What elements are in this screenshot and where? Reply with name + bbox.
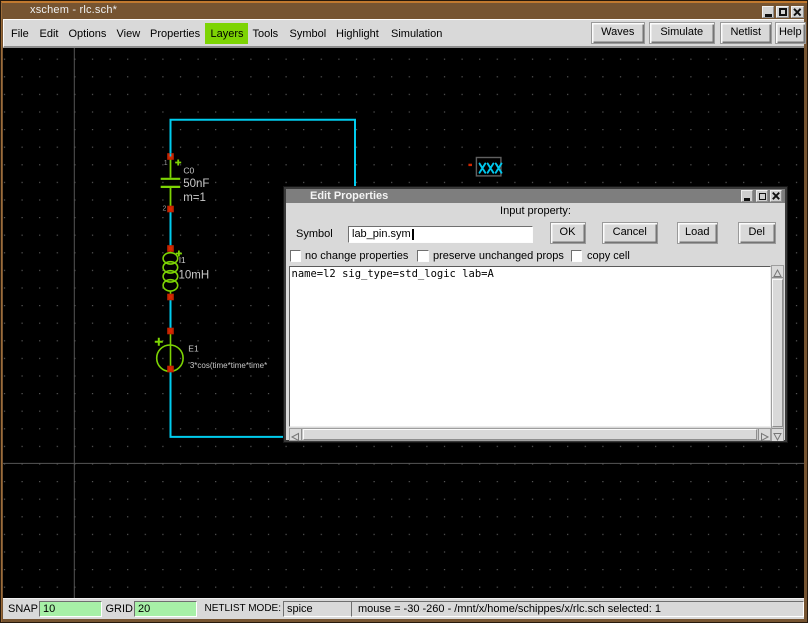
simulate-button[interactable]: Simulate [649,22,716,44]
horizontal-scrollbar[interactable] [289,428,771,441]
menu-options[interactable]: Options [69,28,107,40]
close-icon [771,191,781,201]
netlist-button[interactable]: Netlist [720,22,772,44]
cancel-button[interactable]: Cancel [602,222,658,244]
dialog-title: Edit Properties [310,190,388,202]
lab-pin-pin-dot [468,163,472,165]
copy-cell-checkbox[interactable] [571,250,583,262]
edit-properties-dialog: Edit Properties Input property: Symbol l… [283,186,788,443]
copy-cell-label: copy cell [587,250,630,262]
scroll-right-arrow-icon[interactable] [758,429,770,440]
dialog-maximize-button[interactable] [756,190,768,202]
horizontal-scrollbar-thumb[interactable] [303,429,757,440]
inductor-value: 10mH [179,269,210,281]
scroll-down-arrow-icon[interactable] [772,428,783,441]
statusbar: SNAP: 10 GRID: 20 NETLIST MODE: spice mo… [3,598,804,619]
snap-input[interactable]: 10 [39,601,102,617]
close-icon [792,7,803,18]
window-maximize-button[interactable] [776,6,789,19]
input-property-label: Input property: [286,205,785,217]
menu-file[interactable]: File [11,28,29,40]
menu-properties[interactable]: Properties [150,28,200,40]
inductor-name: l1 [179,255,186,265]
capacitor-value: 50nF [183,178,209,190]
mouse-status: mouse = -30 -260 - /mnt/x/home/schippes/… [351,601,804,617]
netlist-mode-label: NETLIST MODE: [205,603,282,614]
symbol-input-value: lab_pin.sym [352,228,411,240]
window-titlebar[interactable]: xschem - rlc.sch* [3,3,804,19]
help-button[interactable]: Help [775,22,806,44]
menu-view[interactable]: View [117,28,141,40]
no-change-properties-label: no change properties [305,250,408,262]
dialog-minimize-button[interactable] [741,190,753,202]
grid-label: GRID: [106,603,137,615]
snap-label: SNAP: [8,603,41,615]
vertical-scrollbar[interactable] [771,265,784,441]
maximize-icon [779,8,787,16]
maximize-icon [759,193,766,200]
source-name: E1 [188,343,199,353]
dialog-close-button[interactable] [770,190,782,202]
minimize-icon [744,198,750,201]
vertical-scrollbar-thumb[interactable] [772,279,783,427]
window-title: xschem - rlc.sch* [30,4,117,16]
capacitor-pin1-number: 1 [164,160,168,167]
frame-left-highlight [1,2,2,622]
text-cursor [412,229,414,241]
menu-symbol[interactable]: Symbol [290,28,327,40]
menu-edit[interactable]: Edit [40,28,59,40]
scroll-up-arrow-icon[interactable] [772,266,783,278]
menubar: File Edit Options View Properties Layers… [3,19,804,48]
menu-simulation[interactable]: Simulation [391,28,442,40]
netlist-mode-input[interactable]: spice [283,601,352,617]
ok-button[interactable]: OK [550,222,586,244]
scroll-left-arrow-icon[interactable] [290,429,302,440]
properties-textarea[interactable]: name=l2 sig_type=std_logic lab=A [289,266,771,427]
no-change-properties-checkbox[interactable] [290,250,302,262]
window-minimize-button[interactable] [762,6,775,19]
xschem-window: xschem - rlc.sch* File Edit Options View… [0,0,808,623]
minimize-icon [765,14,772,17]
del-button[interactable]: Del [738,222,777,244]
window-close-button[interactable] [791,6,804,19]
menu-tools[interactable]: Tools [253,28,279,40]
capacitor-extra: m=1 [183,191,206,203]
symbol-input[interactable]: lab_pin.sym [348,226,533,243]
capacitor-name: C0 [183,165,194,175]
menu-layers[interactable]: Layers [211,28,244,40]
symbol-label: Symbol [296,228,333,240]
grid-input[interactable]: 20 [134,601,197,617]
preserve-unchanged-props-checkbox[interactable] [417,250,429,262]
load-button[interactable]: Load [677,222,719,244]
frame-highlight [1,1,807,3]
capacitor-pin2-number: 2 [163,205,167,212]
waves-button[interactable]: Waves [591,22,645,44]
dialog-titlebar[interactable]: Edit Properties [286,189,785,203]
preserve-unchanged-props-label: preserve unchanged props [433,250,564,262]
source-value: '3*cos(time*time*time* [188,360,267,369]
menu-highlight[interactable]: Highlight [336,28,379,40]
